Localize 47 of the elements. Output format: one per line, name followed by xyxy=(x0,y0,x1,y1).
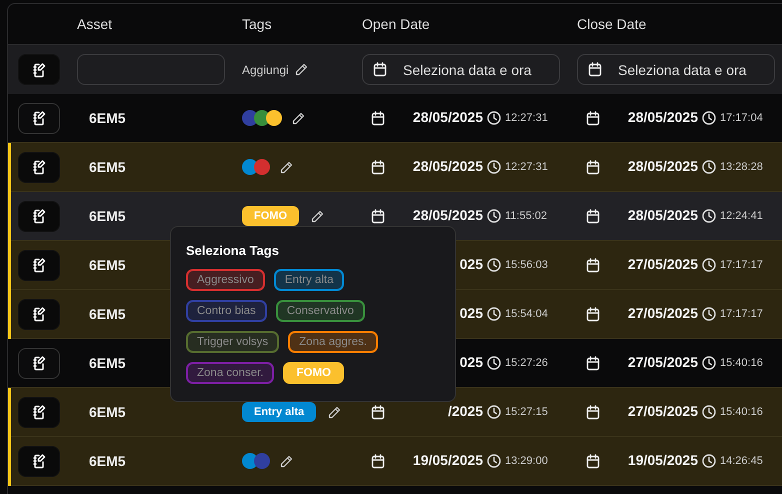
open-time: 12:27:31 xyxy=(505,112,548,124)
close-date: 27/05/2025 xyxy=(628,256,698,272)
column-header: Asset xyxy=(77,16,112,32)
close-date: 19/05/2025 xyxy=(628,452,698,468)
close-time: 13:28:28 xyxy=(720,161,763,173)
column-header: Open Date xyxy=(362,16,430,32)
open-date: 025 xyxy=(460,256,483,272)
open-date: 025 xyxy=(460,305,483,321)
close-time: 15:40:16 xyxy=(720,357,763,369)
open-time: 13:29:00 xyxy=(505,455,548,467)
open-date: 28/05/2025 xyxy=(412,109,483,125)
open-date: /2025 xyxy=(448,403,483,419)
open-time: 15:54:04 xyxy=(505,308,548,320)
close-time: 14:26:45 xyxy=(720,455,763,467)
column-header: Close Date xyxy=(577,16,646,32)
asset-cell: 6EM5 xyxy=(89,404,126,420)
close-time: 17:17:17 xyxy=(720,308,763,320)
close-date: 27/05/2025 xyxy=(628,354,698,370)
asset-cell: 6EM5 xyxy=(89,110,126,126)
asset-cell: 6EM5 xyxy=(89,208,126,224)
close-date: 27/05/2025 xyxy=(628,305,698,321)
close-date: 28/05/2025 xyxy=(628,207,698,223)
tag-chip: FOMO xyxy=(242,206,299,226)
close-date: 27/05/2025 xyxy=(628,403,698,419)
popover-title: Seleziona Tags xyxy=(186,243,280,258)
close-time: 12:24:41 xyxy=(720,210,763,222)
close-time: 17:17:04 xyxy=(720,112,763,124)
close-date: 28/05/2025 xyxy=(628,109,698,125)
open-date: 28/05/2025 xyxy=(412,207,483,223)
open-time: 15:27:15 xyxy=(505,406,548,418)
column-header: Tags xyxy=(242,16,272,32)
close-time: 17:17:17 xyxy=(720,259,763,271)
close-time: 15:40:16 xyxy=(720,406,763,418)
open-time: 11:55:02 xyxy=(505,210,548,222)
open-date: 19/05/2025 xyxy=(412,452,483,468)
asset-cell: 6EM5 xyxy=(89,453,126,469)
asset-cell: 6EM5 xyxy=(89,355,126,371)
close-date: 28/05/2025 xyxy=(628,158,698,174)
open-time: 15:27:26 xyxy=(505,357,548,369)
open-date: 28/05/2025 xyxy=(412,158,483,174)
asset-cell: 6EM5 xyxy=(89,306,126,322)
open-date: 025 xyxy=(460,354,483,370)
asset-cell: 6EM5 xyxy=(89,159,126,175)
open-time: 12:27:31 xyxy=(505,161,548,173)
asset-cell: 6EM5 xyxy=(89,257,126,273)
tag-chip: Entry alta xyxy=(242,402,316,422)
open-time: 15:56:03 xyxy=(505,259,548,271)
